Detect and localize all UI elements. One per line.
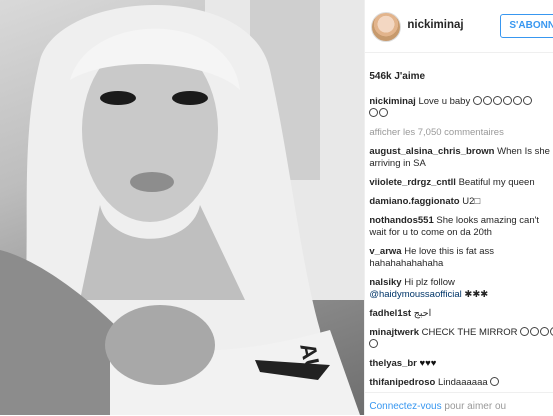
header-username[interactable]: nickiminaj bbox=[407, 19, 463, 31]
avatar[interactable] bbox=[371, 12, 402, 42]
emoji-icon: □ bbox=[474, 195, 481, 207]
comment-username[interactable]: minajtwerk bbox=[369, 327, 419, 338]
mention-link[interactable]: @haidymoussaofficial bbox=[369, 289, 461, 300]
photo-illustration: AU bbox=[0, 0, 365, 415]
comment-username[interactable]: nalsiky bbox=[369, 277, 401, 288]
post-sidebar: nickiminaj S'ABONNER 546k J'aime nickimi… bbox=[364, 0, 553, 415]
comment-text: He love this is fat ass bbox=[404, 245, 494, 257]
comment-text: Lindaaaaaa bbox=[437, 376, 488, 388]
caption-username[interactable]: nickiminaj bbox=[369, 96, 415, 107]
emoji-icon bbox=[520, 326, 553, 338]
comment-item: minajtwerk CHECK THE MIRROR bbox=[369, 326, 553, 352]
comments-list: nickiminaj Love u baby afficher les 7,05… bbox=[369, 96, 553, 395]
emoji-icon bbox=[369, 108, 553, 120]
comment-username[interactable]: viiolete_rdrgz_cntll bbox=[369, 177, 456, 188]
comment-item: v_arwa He love this is fat ass hahahahah… bbox=[369, 246, 553, 271]
comment-username[interactable]: fadhel1st bbox=[369, 308, 411, 319]
comment-text: When Is she bbox=[497, 145, 550, 157]
comment-text-continued: hahahahahahaha bbox=[369, 257, 444, 269]
caption: nickiminaj Love u baby bbox=[369, 96, 553, 121]
comment-username[interactable]: nothandos551 bbox=[369, 215, 433, 226]
login-prompt-text: pour aimer ou bbox=[444, 401, 507, 412]
view-all-comments-link[interactable]: afficher les 7,050 commentaires bbox=[369, 127, 553, 139]
emoji-icon bbox=[369, 338, 553, 351]
comment-text: CHECK THE MIRROR bbox=[421, 326, 518, 338]
comment-text-continued: arriving in SA bbox=[369, 158, 426, 170]
emoji-icon bbox=[490, 376, 500, 388]
emoji-icon bbox=[472, 96, 533, 107]
comment-text: Hi plz follow bbox=[404, 276, 455, 288]
comment-item: damiano.faggionato U2□ bbox=[369, 196, 553, 208]
likes-count[interactable]: 546k J'aime bbox=[369, 71, 425, 82]
login-link[interactable]: Connectez-vous bbox=[369, 401, 441, 412]
emoji-icon: ✱✱✱ bbox=[464, 289, 489, 301]
comment-username[interactable]: thelyas_br bbox=[369, 358, 417, 369]
post-photo[interactable]: AU bbox=[0, 0, 365, 415]
post-footer: Connectez-vous pour aimer ou bbox=[365, 392, 553, 416]
instagram-post: AU nickiminaj S'ABONNER 546k J'aime nick… bbox=[0, 0, 553, 415]
comment-username[interactable]: august_alsina_chris_brown bbox=[369, 146, 494, 157]
comment-mention-line: @haidymoussaofficial ✱✱✱ bbox=[369, 289, 553, 301]
follow-button[interactable]: S'ABONNER bbox=[500, 14, 553, 38]
comment-text: Beatiful my queen bbox=[458, 176, 535, 188]
comment-text-continued: wait for u to come on da 20th bbox=[369, 226, 492, 238]
post-header: nickiminaj S'ABONNER bbox=[365, 0, 553, 53]
comment-item: thelyas_br ♥♥♥ bbox=[369, 358, 553, 370]
comment-item: thifanipedroso Lindaaaaaa bbox=[369, 376, 553, 389]
login-prompt: Connectez-vous pour aimer ou bbox=[369, 401, 506, 412]
comment-item: august_alsina_chris_brown When Is she ar… bbox=[369, 146, 553, 171]
comment-item: nalsiky Hi plz follow @haidymoussaoffici… bbox=[369, 277, 553, 302]
comment-text: ♥♥♥ bbox=[419, 357, 437, 369]
comment-item: viiolete_rdrgz_cntll Beatiful my queen bbox=[369, 177, 553, 189]
comment-username[interactable]: damiano.faggionato bbox=[369, 196, 459, 207]
comment-text: She looks amazing can't bbox=[436, 214, 540, 226]
comment-item: nothandos551 She looks amazing can't wai… bbox=[369, 215, 553, 240]
comment-username[interactable]: thifanipedroso bbox=[369, 377, 435, 388]
comment-username[interactable]: v_arwa bbox=[369, 246, 401, 257]
caption-text: Love u baby bbox=[418, 96, 471, 107]
comment-text: احبج bbox=[413, 307, 432, 319]
comment-item: fadhel1st احبج bbox=[369, 308, 553, 320]
comment-text: U2 bbox=[462, 195, 475, 207]
